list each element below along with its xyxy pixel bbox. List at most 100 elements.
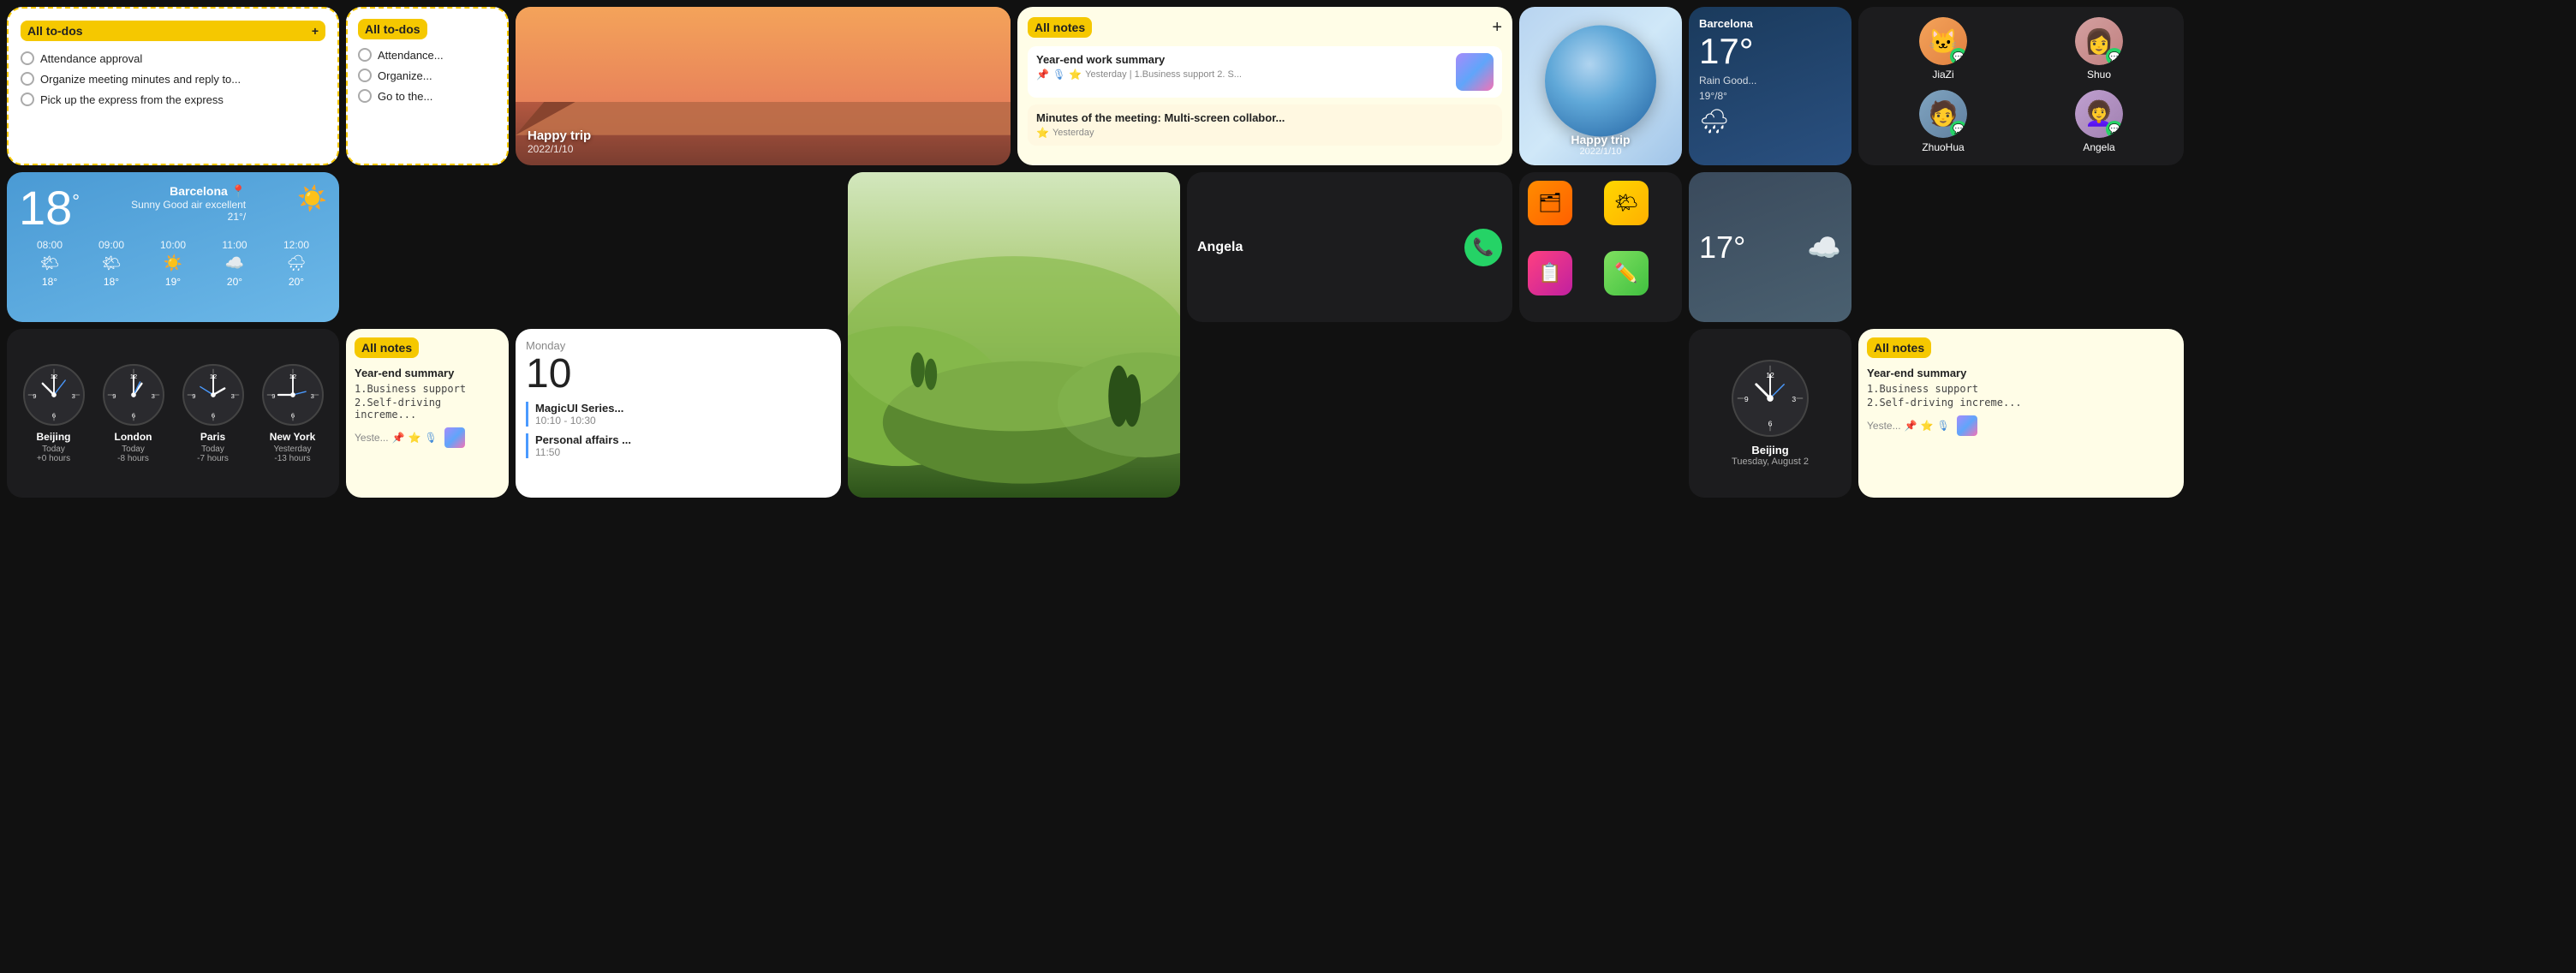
call-button[interactable]: 📞 (1464, 229, 1502, 266)
todo-item-2[interactable]: Organize... (358, 69, 497, 82)
todo-circle-2[interactable] (358, 69, 372, 82)
clock-offset-london: -8 hours (97, 454, 170, 463)
notes-plus-btn[interactable]: + (1492, 18, 1502, 38)
todo-large-circle-1[interactable] (21, 51, 34, 65)
whatsapp-badge-shuo: 💬 (2106, 48, 2123, 65)
app-weather-icon[interactable]: 🌤 (1604, 181, 1649, 225)
svg-text:3: 3 (230, 391, 234, 399)
blue-circle-date: 2022/1/10 (1580, 146, 1622, 157)
todo-large-plus[interactable]: + (312, 24, 319, 38)
mountain-label: Happy trip (528, 128, 999, 143)
apps-widget: 🗂 🌤 📋 ✏️ (1519, 172, 1682, 322)
pin-icon-small2: 📌 (1905, 420, 1917, 432)
todo-large-item-1[interactable]: Attendance approval (21, 51, 325, 65)
app-wallet-icon[interactable]: 🗂 (1528, 181, 1572, 225)
svg-text:3: 3 (310, 391, 313, 399)
weather-small2-temp: 17° (1699, 230, 1745, 266)
cal-event-2[interactable]: Personal affairs ... 11:50 (526, 433, 831, 458)
svg-text:6: 6 (131, 411, 134, 419)
blue-circle-widget: Happy trip 2022/1/10 (1519, 7, 1682, 165)
clock-beijing: 12 3 6 9 Beijing Today +0 hours (17, 364, 90, 463)
weather-temp: 17° (1699, 33, 1841, 69)
todo-circle-3[interactable] (358, 89, 372, 103)
todo-large-item-3[interactable]: Pick up the express from the express (21, 93, 325, 106)
svg-text:6: 6 (51, 411, 55, 419)
cal-event-time-2: 11:50 (535, 446, 831, 458)
note-small-thumb (444, 427, 465, 448)
note-meta-text-1: Yesterday | 1.Business support 2. S... (1085, 69, 1242, 80)
app-notes-icon[interactable]: 📋 (1528, 251, 1572, 295)
blue-circle-label: Happy trip (1571, 133, 1630, 146)
todo-large-circle-3[interactable] (21, 93, 34, 106)
contact-shuo[interactable]: 👩 💬 Shuo (2024, 17, 2174, 83)
note-item-1[interactable]: Year-end work summary 📌 🎙 ⭐ Yesterday | … (1028, 46, 1502, 98)
clock-offset-paris: -7 hours (176, 454, 249, 463)
notes-small2-note-title: Year-end summary (1867, 367, 2175, 379)
notes-small-meta: Yeste... 📌 ⭐ 🎙 (355, 427, 500, 448)
notes-large-widget: All notes + Year-end work summary 📌 🎙 ⭐ … (1017, 7, 1512, 165)
cal-event-1[interactable]: MagicUI Series... 10:10 - 10:30 (526, 402, 831, 427)
note-title-1: Year-end work summary (1036, 53, 1449, 66)
todo-label-2: Organize... (378, 69, 432, 82)
todo-item-1[interactable]: Attendance... (358, 48, 497, 62)
mountain-widget: Happy trip 2022/1/10 (516, 7, 1011, 165)
note-small2-thumb (1957, 415, 1977, 436)
forecast-3: 11:00 ☁️ 20° (204, 239, 265, 288)
svg-text:9: 9 (1744, 395, 1749, 403)
green-fields-widget: Happy New Year 2022/1/10 (848, 172, 1180, 498)
todo-large-circle-2[interactable] (21, 72, 34, 86)
note-thumb-1 (1456, 53, 1494, 91)
weather-large-hi: 21°/ (131, 211, 246, 223)
app-editor-icon[interactable]: ✏️ (1604, 251, 1649, 295)
todo-label-1: Attendance... (378, 49, 444, 62)
clock-city-newyork: New York (256, 431, 329, 443)
svg-text:9: 9 (112, 391, 116, 399)
clock-face-london: 12 3 6 9 (103, 364, 164, 426)
calendar-widget: Monday 10 MagicUI Series... 10:10 - 10:3… (516, 329, 841, 498)
svg-text:9: 9 (33, 391, 36, 399)
clock-face-newyork: 12 3 6 9 (262, 364, 324, 426)
mic-icon-small2: 🎙 (1937, 420, 1950, 432)
angela-name: Angela (1197, 240, 1243, 255)
contacts-widget: 🐱 💬 JiaZi 👩 💬 Shuo 🧑 💬 ZhuoHua 👩‍🦱 💬 (1858, 7, 2184, 165)
clock-day-paris: Today (176, 445, 249, 454)
todo-large-title: All to-dos + (21, 21, 325, 41)
todo-item-3[interactable]: Go to the... (358, 89, 497, 103)
todo-large-label-3: Pick up the express from the express (40, 93, 224, 106)
weather-city: Barcelona (1699, 17, 1841, 30)
notes-large-title: All notes (1028, 17, 1092, 38)
note-item-2[interactable]: Minutes of the meeting: Multi-screen col… (1028, 104, 1502, 146)
svg-text:3: 3 (1792, 395, 1796, 403)
contact-zhuohua[interactable]: 🧑 💬 ZhuoHua (1869, 90, 2018, 156)
weather-desc: Rain Good... (1699, 75, 1841, 87)
mic-icon: 🎙 (1052, 69, 1065, 81)
todo-circle-1[interactable] (358, 48, 372, 62)
clock-single-face: 12 3 6 9 (1732, 360, 1809, 437)
whatsapp-badge-zhuohua: 💬 (1950, 121, 1967, 138)
contact-avatar-shuo: 👩 💬 (2075, 17, 2123, 65)
star-icon-2: ⭐ (1036, 127, 1049, 139)
whatsapp-badge-angela: 💬 (2106, 121, 2123, 138)
notes-small-widget: All notes Year-end summary 1.Business su… (346, 329, 509, 498)
contact-name-shuo: Shuo (2087, 69, 2111, 81)
clock-single-city: Beijing (1751, 444, 1788, 457)
contact-jiazi[interactable]: 🐱 💬 JiaZi (1869, 17, 2018, 83)
todo-large-item-2[interactable]: Organize meeting minutes and reply to... (21, 72, 325, 86)
notes-small-note-title: Year-end summary (355, 367, 500, 379)
contact-angela[interactable]: 👩‍🦱 💬 Angela (2024, 90, 2174, 156)
contact-avatar-jiazi: 🐱 💬 (1919, 17, 1967, 65)
todo-small-widget: All to-dos Attendance... Organize... Go … (346, 7, 509, 165)
note-meta-2: ⭐ Yesterday (1036, 127, 1494, 139)
svg-text:9: 9 (192, 391, 195, 399)
weather-large-widget: 18° Barcelona 📍 Sunny Good air excellent… (7, 172, 339, 322)
notes-small-line2: 2.Self-driving increme... (355, 397, 500, 421)
todo-label-3: Go to the... (378, 90, 432, 103)
weather-cloud-icon: 🌧 (1699, 107, 1841, 135)
whatsapp-badge-jiazi: 💬 (1950, 48, 1967, 65)
clock-city-london: London (97, 431, 170, 443)
clock-day-newyork: Yesterday (256, 445, 329, 454)
svg-text:6: 6 (1768, 419, 1773, 427)
star-icon-small2: ⭐ (1921, 420, 1934, 432)
angela-widget: Angela 📞 (1187, 172, 1512, 322)
contact-name-angela: Angela (2083, 141, 2114, 153)
